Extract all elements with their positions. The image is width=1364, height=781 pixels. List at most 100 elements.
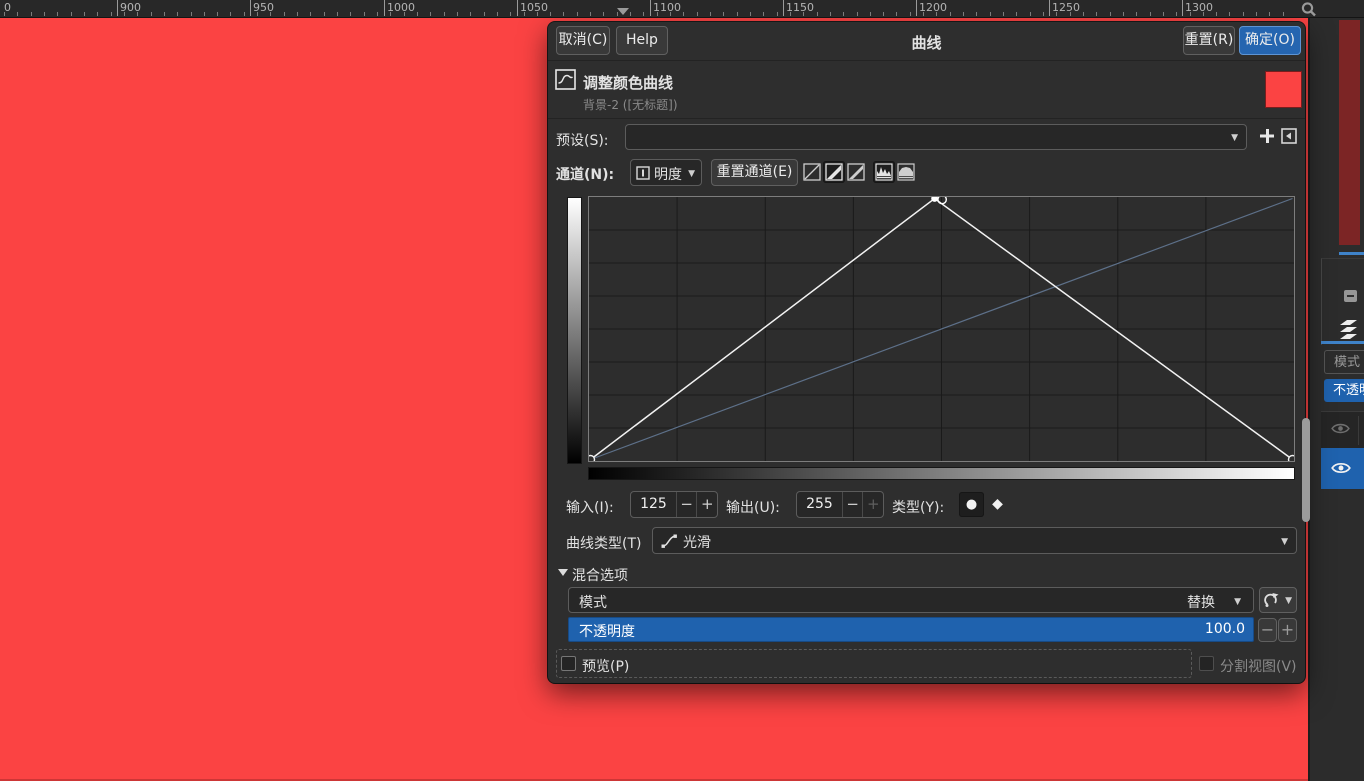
mode-value: 替换 (1187, 595, 1215, 611)
smooth-point-icon[interactable]: ● (959, 492, 984, 517)
ruler-label: 1100 (653, 1, 681, 14)
expander-triangle-icon[interactable] (558, 569, 568, 576)
output-decrement-icon[interactable]: − (841, 492, 863, 517)
preview-checkbox[interactable] (561, 656, 576, 671)
ruler-tick (896, 12, 898, 16)
dock-opacity-slider[interactable]: 不透明 (1324, 379, 1364, 402)
linear-space-icon[interactable] (801, 161, 823, 183)
ruler-tick (163, 12, 165, 16)
preview-label[interactable]: 预览(P) (582, 656, 629, 676)
ruler-tick (57, 12, 59, 16)
ruler-tick (430, 12, 432, 16)
curve-type-combobox[interactable]: 光滑 ▼ (652, 527, 1297, 554)
ruler-tick (643, 12, 645, 16)
mode-combobox[interactable]: 模式 替换 ▼ (568, 587, 1254, 613)
ruler-label: 1300 (1185, 1, 1213, 14)
ruler-tick (909, 12, 911, 16)
presets-label: 预设(S): (556, 133, 609, 149)
layers-tab-icon[interactable] (1336, 316, 1362, 340)
perceptual-space-icon[interactable] (823, 161, 845, 183)
control-point[interactable] (585, 454, 596, 465)
collapse-icon[interactable] (1344, 290, 1357, 302)
ruler-tick (590, 12, 592, 16)
ruler-label: 1250 (1052, 1, 1080, 14)
ruler-tick (776, 12, 778, 16)
output-value[interactable]: 255 (797, 492, 842, 517)
ruler-tick (377, 12, 378, 16)
reset-channel-button[interactable]: 重置通道(E) (711, 159, 798, 186)
layer-row-selected[interactable] (1321, 448, 1364, 489)
histogram-linear-icon[interactable] (873, 161, 895, 183)
input-spinner[interactable]: 125 − + (630, 491, 718, 518)
dock-mode-combo[interactable]: 模式 (1324, 350, 1364, 374)
opacity-slider[interactable]: 不透明度 100.0 (568, 617, 1254, 642)
ruler-tick (869, 12, 871, 16)
channel-combobox[interactable]: 明度 ▼ (630, 159, 702, 186)
curves-svg[interactable] (585, 194, 1298, 465)
ruler-tick (1149, 12, 1151, 16)
ruler-tick (150, 12, 152, 16)
blend-options-expander[interactable]: 混合选项 (572, 565, 628, 585)
layer-visibility-eye-icon[interactable] (1331, 460, 1351, 476)
split-view-checkbox[interactable] (1199, 656, 1214, 671)
control-point[interactable] (1287, 454, 1298, 465)
ruler-tick (710, 12, 711, 16)
ruler-tick (243, 12, 245, 16)
preset-menu-icon[interactable] (1281, 128, 1297, 144)
ruler-tick (949, 12, 951, 16)
ruler-label: 0 (4, 1, 11, 14)
layer-row[interactable] (1321, 411, 1364, 449)
input-value[interactable]: 125 (631, 492, 676, 517)
non-linear-space-icon[interactable] (845, 161, 867, 183)
ruler-tick (1029, 12, 1031, 16)
ruler-tick (323, 12, 325, 16)
ruler-tick (30, 12, 32, 16)
ok-button[interactable]: 确定(O) (1239, 26, 1301, 55)
ruler-tick (483, 12, 485, 16)
input-increment-icon[interactable]: + (696, 492, 717, 517)
ruler-tick (190, 12, 192, 16)
control-point-cursor[interactable] (937, 194, 948, 205)
opacity-increment-icon[interactable]: + (1278, 618, 1297, 642)
ruler-tick (1242, 12, 1244, 16)
ruler-tick (44, 12, 45, 16)
channel-label: 通道(N): (556, 167, 615, 183)
ruler-major-tick (517, 0, 518, 16)
ruler-tick (230, 12, 232, 16)
ruler-tick (310, 12, 312, 16)
ruler-tick (683, 12, 685, 16)
ruler-tick (563, 12, 565, 16)
opacity-decrement-icon[interactable]: − (1258, 618, 1277, 642)
ruler-tick (203, 12, 205, 16)
ruler-label: 1050 (520, 1, 548, 14)
ruler-tick (1269, 12, 1271, 16)
value-channel-icon (636, 166, 650, 180)
separator (548, 118, 1305, 119)
ruler-tick (97, 12, 99, 16)
reset-button[interactable]: 重置(R) (1183, 26, 1235, 55)
curve-editor-area[interactable] (585, 194, 1298, 465)
zoom-icon[interactable] (1300, 1, 1318, 17)
presets-combobox[interactable]: ▼ (625, 124, 1247, 150)
ruler-tick (696, 12, 698, 16)
corner-point-icon[interactable]: ◆ (985, 492, 1010, 517)
ruler-major-tick (384, 0, 385, 16)
mode-reset-button[interactable]: ▼ (1259, 587, 1297, 613)
curve-type-label: 曲线类型(T) (566, 536, 642, 552)
output-increment-icon[interactable]: + (862, 492, 883, 517)
add-preset-icon[interactable] (1259, 128, 1275, 144)
vertical-scrollbar[interactable] (1302, 418, 1310, 522)
input-label: 输入(I): (566, 500, 614, 516)
input-decrement-icon[interactable]: − (675, 492, 697, 517)
ruler-position-marker (617, 8, 629, 15)
split-view-label: 分割视图(V) (1220, 659, 1297, 675)
ruler-tick (1229, 12, 1231, 16)
ruler-label: 1000 (387, 1, 415, 14)
ruler-tick (1122, 12, 1124, 16)
histogram-log-icon[interactable] (895, 161, 917, 183)
horizontal-ruler[interactable]: 0 900 950 1000 1050 1100 1150 1200 1250 1300 (0, 0, 1364, 18)
input-gradient-bar (588, 467, 1295, 480)
ruler-tick (829, 12, 831, 16)
output-spinner[interactable]: 255 − + (796, 491, 884, 518)
layer-visibility-eye-icon[interactable] (1331, 421, 1350, 436)
